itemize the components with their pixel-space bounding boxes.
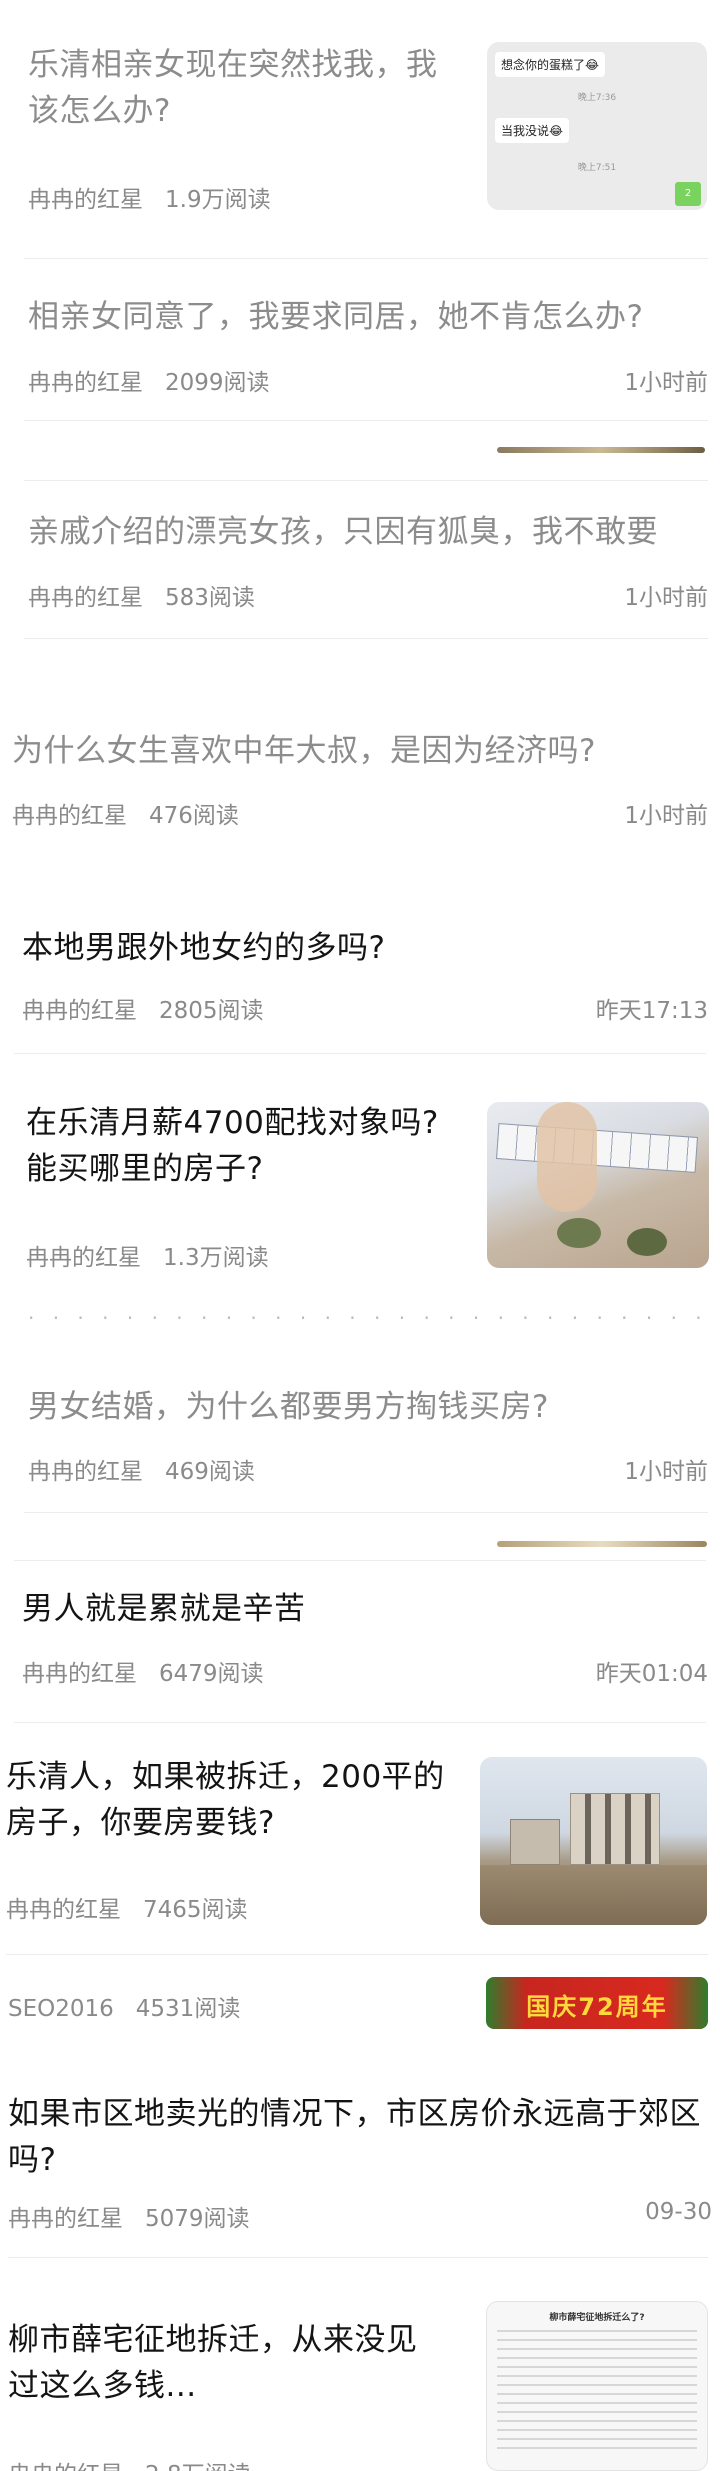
- building-graphic: [570, 1793, 660, 1865]
- chat-timestamp: 晚上7:36: [577, 93, 617, 103]
- feed-item-author[interactable]: 冉冉的红星: [28, 1459, 143, 1485]
- demolition-site-photo-thumbnail[interactable]: [480, 1757, 707, 1925]
- feed-item-time: 1小时前: [624, 585, 708, 611]
- feed-item-title[interactable]: 为什么女生喜欢中年大叔，是因为经济吗?: [12, 728, 692, 774]
- feed-item-author[interactable]: 冉冉的红星: [8, 2462, 123, 2471]
- feed-item-meta: 冉冉的红星 6479阅读: [22, 1654, 264, 1688]
- divider: [24, 420, 708, 421]
- feed-item-author[interactable]: 冉冉的红星: [28, 370, 143, 396]
- feed-item-reads: 476阅读: [149, 803, 239, 829]
- chat-timestamp: 晚上7:51: [577, 163, 617, 173]
- feed-item[interactable]: 本地男跟外地女约的多吗? 冉冉的红星 2805阅读 昨天17:13: [0, 905, 720, 1065]
- chat-bubble: 想念你的蛋糕了😂: [495, 52, 606, 77]
- feed-item-reads: 6479阅读: [159, 1661, 264, 1687]
- image-sliver: [497, 1541, 707, 1547]
- chat-badge: 2: [675, 182, 701, 206]
- divider: [24, 638, 708, 639]
- ghost-text-strip: · · · · · · · · · · · · · · · · · · · · …: [28, 1316, 708, 1324]
- feed-item-reads: 2099阅读: [165, 370, 270, 396]
- feed-item-author[interactable]: 冉冉的红星: [22, 1661, 137, 1687]
- feed-item[interactable]: 男人就是累就是辛苦 冉冉的红星 6479阅读 昨天01:04: [0, 1570, 720, 1720]
- divider: [14, 1053, 706, 1054]
- document-heading: 柳市薛宅征地拆迁么了?: [549, 2313, 645, 2323]
- feed-item-reads: 1.9万阅读: [165, 187, 271, 213]
- feed-item-title[interactable]: 如果市区地卖光的情况下，市区房价永远高于郊区吗?: [8, 2091, 708, 2183]
- feed-item-reads: 2.8万阅读: [145, 2462, 251, 2471]
- feed-item[interactable]: SEO2016 4531阅读 国庆72周年: [0, 1975, 720, 2045]
- feed-item-title[interactable]: 男女结婚，为什么都要男方掏钱买房?: [28, 1384, 708, 1430]
- feed-item-author[interactable]: 冉冉的红星: [8, 2206, 123, 2232]
- chat-screenshot-thumbnail[interactable]: 想念你的蛋糕了😂 晚上7:36 当我没说😂 晚上7:51 2: [487, 42, 707, 210]
- feed-item-reads: 2805阅读: [159, 998, 264, 1024]
- feed-item[interactable]: 在乐清月薪4700配找对象吗?能买哪里的房子? 冉冉的红星 1.3万阅读: [0, 1090, 720, 1300]
- feed-item-meta: SEO2016 4531阅读: [8, 1989, 240, 2023]
- feed-item-author[interactable]: 冉冉的红星: [28, 187, 143, 213]
- image-sliver: [497, 447, 705, 453]
- ruler-graphic: [495, 1123, 699, 1173]
- feed-item-title[interactable]: 本地男跟外地女约的多吗?: [22, 925, 702, 971]
- divider: [6, 1954, 708, 1955]
- banner-text: 国庆72周年: [526, 1993, 668, 2021]
- feed-item-meta: 冉冉的红星 583阅读: [28, 578, 255, 612]
- feed-item-title[interactable]: 在乐清月薪4700配找对象吗?能买哪里的房子?: [26, 1100, 466, 1192]
- feed-item-meta: 冉冉的红星 1.9万阅读: [28, 180, 271, 214]
- feed-item-meta: 冉冉的红星 2.8万阅读: [8, 2455, 251, 2471]
- feed-item-author[interactable]: 冉冉的红星: [26, 1245, 141, 1271]
- shoe-graphic: [557, 1218, 601, 1248]
- feed-item-reads: 469阅读: [165, 1459, 255, 1485]
- feed-item-title[interactable]: 亲戚介绍的漂亮女孩，只因有狐臭，我不敢要: [28, 509, 708, 555]
- feed-item[interactable]: 如果市区地卖光的情况下，市区房价永远高于郊区吗? 冉冉的红星 5079阅读 09-…: [0, 2075, 720, 2260]
- feed-item[interactable]: 男女结婚，为什么都要男方掏钱买房? 冉冉的红星 469阅读 1小时前: [0, 1360, 720, 1510]
- feed-item-author[interactable]: 冉冉的红星: [12, 803, 127, 829]
- feed-item-time: 昨天01:04: [595, 1661, 708, 1687]
- feed-item[interactable]: 为什么女生喜欢中年大叔，是因为经济吗? 冉冉的红星 476阅读 1小时前: [0, 700, 720, 860]
- feed-item-author[interactable]: 冉冉的红星: [6, 1897, 121, 1923]
- national-day-banner-thumbnail[interactable]: 国庆72周年: [486, 1977, 708, 2029]
- feed-item-meta: 冉冉的红星 7465阅读: [6, 1890, 248, 1924]
- feed-item-title[interactable]: 相亲女同意了，我要求同居，她不肯怎么办?: [28, 294, 708, 340]
- chat-bubble: 当我没说😂: [495, 118, 570, 143]
- feed-item-title[interactable]: 乐清人，如果被拆迁，200平的房子，你要房要钱?: [6, 1754, 466, 1846]
- feed-item-title[interactable]: 乐清相亲女现在突然找我，我该怎么办?: [28, 42, 458, 134]
- rubble-ground: [480, 1865, 707, 1925]
- divider: [14, 1560, 706, 1561]
- feed-item-meta: 冉冉的红星 5079阅读: [8, 2199, 250, 2233]
- document-screenshot-thumbnail[interactable]: 柳市薛宅征地拆迁么了?: [486, 2301, 708, 2471]
- feed-item-reads: 4531阅读: [135, 1996, 241, 2022]
- feed-item-time: 1小时前: [624, 1459, 708, 1485]
- feed-item-reads: 1.3万阅读: [163, 1245, 269, 1271]
- feed-item[interactable]: 相亲女同意了，我要求同居，她不肯怎么办? 冉冉的红星 2099阅读 1小时前: [0, 260, 720, 453]
- feed-item-reads: 583阅读: [165, 585, 255, 611]
- building-graphic: [510, 1819, 560, 1865]
- feed-item-meta: 冉冉的红星 2099阅读: [28, 363, 270, 397]
- feed-item[interactable]: 柳市薛宅征地拆迁，从来没见过这么多钱... 冉冉的红星 2.8万阅读 柳市薛宅征地…: [0, 2265, 720, 2471]
- feed-item-meta: 冉冉的红星 1.3万阅读: [26, 1238, 269, 1272]
- feed-item-time: 1小时前: [624, 803, 708, 829]
- feed-item-author[interactable]: SEO2016: [8, 1996, 114, 2022]
- feed-item-time: 昨天17:13: [595, 998, 708, 1024]
- feed-item-meta: 冉冉的红星 469阅读: [28, 1452, 255, 1486]
- divider: [24, 1512, 708, 1513]
- feed-item-author[interactable]: 冉冉的红星: [28, 585, 143, 611]
- feed-item-reads: 7465阅读: [143, 1897, 248, 1923]
- divider: [8, 2257, 708, 2258]
- feed-item[interactable]: 亲戚介绍的漂亮女孩，只因有狐臭，我不敢要 冉冉的红星 583阅读 1小时前: [0, 481, 720, 639]
- feed-item-meta: 冉冉的红星 2805阅读: [22, 991, 264, 1025]
- feed-item-time: 1小时前: [624, 370, 708, 396]
- feed-item-time: 09-30: [645, 2199, 712, 2225]
- feed-item-meta: 冉冉的红星 476阅读: [12, 796, 239, 830]
- feed-item-title[interactable]: 男人就是累就是辛苦: [22, 1586, 702, 1632]
- feed-item-title[interactable]: 柳市薛宅征地拆迁，从来没见过这么多钱...: [8, 2317, 448, 2409]
- shoe-graphic: [627, 1228, 667, 1256]
- divider: [24, 258, 708, 259]
- feed-item-reads: 5079阅读: [145, 2206, 250, 2232]
- feed-item-author[interactable]: 冉冉的红星: [22, 998, 137, 1024]
- feed-item[interactable]: 乐清相亲女现在突然找我，我该怎么办? 冉冉的红星 1.9万阅读 想念你的蛋糕了😂 …: [0, 0, 720, 260]
- divider: [14, 1722, 706, 1723]
- hand-graphic: [537, 1102, 597, 1212]
- document-text-lines: [497, 2330, 697, 2450]
- feed-item[interactable]: 乐清人，如果被拆迁，200平的房子，你要房要钱? 冉冉的红星 7465阅读: [0, 1740, 720, 1940]
- hand-ruler-photo-thumbnail[interactable]: [487, 1102, 709, 1268]
